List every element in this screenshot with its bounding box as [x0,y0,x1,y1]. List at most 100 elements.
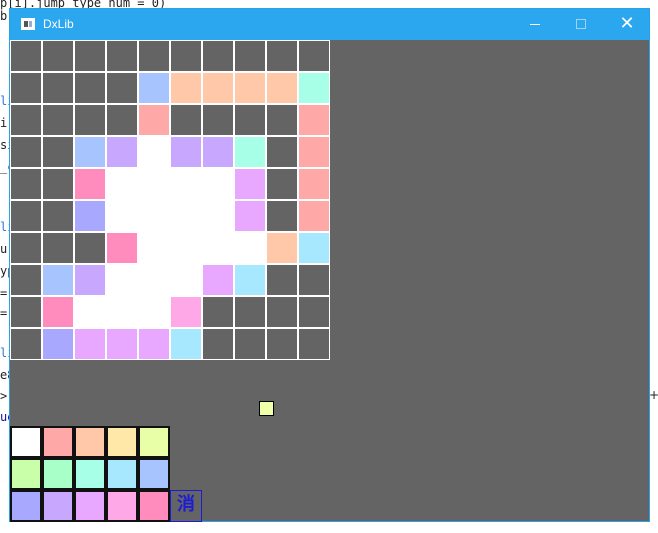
empty-grid-cell[interactable] [42,104,74,136]
white-tile[interactable] [202,232,234,264]
white-tile[interactable] [170,200,202,232]
color-tile[interactable] [170,328,202,360]
palette-swatch[interactable] [10,458,42,490]
empty-grid-cell[interactable] [10,200,42,232]
empty-grid-cell[interactable] [202,40,234,72]
color-tile[interactable] [42,296,74,328]
palette-swatch[interactable] [10,426,42,458]
empty-grid-cell[interactable] [234,104,266,136]
color-tile[interactable] [202,72,234,104]
empty-grid-cell[interactable] [10,168,42,200]
color-tile[interactable] [298,232,330,264]
empty-grid-cell[interactable] [42,136,74,168]
white-tile[interactable] [106,200,138,232]
empty-grid-cell[interactable] [266,296,298,328]
empty-grid-cell[interactable] [266,264,298,296]
empty-grid-cell[interactable] [138,40,170,72]
empty-grid-cell[interactable] [10,264,42,296]
empty-grid-cell[interactable] [10,296,42,328]
empty-grid-cell[interactable] [298,264,330,296]
white-tile[interactable] [138,136,170,168]
maximize-button[interactable] [558,9,604,40]
empty-grid-cell[interactable] [10,136,42,168]
color-tile[interactable] [106,136,138,168]
empty-grid-cell[interactable] [298,328,330,360]
close-button[interactable]: ✕ [604,9,650,40]
white-tile[interactable] [170,232,202,264]
color-tile[interactable] [298,168,330,200]
empty-grid-cell[interactable] [42,168,74,200]
color-tile[interactable] [234,264,266,296]
palette-swatch[interactable] [42,426,74,458]
color-tile[interactable] [202,264,234,296]
color-tile[interactable] [74,136,106,168]
white-tile[interactable] [138,200,170,232]
color-tile[interactable] [74,168,106,200]
empty-grid-cell[interactable] [202,104,234,136]
palette-swatch[interactable] [138,490,170,522]
empty-grid-cell[interactable] [106,72,138,104]
color-tile[interactable] [170,72,202,104]
empty-grid-cell[interactable] [266,328,298,360]
color-tile[interactable] [266,232,298,264]
empty-grid-cell[interactable] [42,40,74,72]
empty-grid-cell[interactable] [202,296,234,328]
empty-grid-cell[interactable] [266,104,298,136]
color-tile[interactable] [170,296,202,328]
eraser-button[interactable]: 消 [170,490,202,522]
white-tile[interactable] [138,264,170,296]
empty-grid-cell[interactable] [106,104,138,136]
palette-swatch[interactable] [138,458,170,490]
empty-grid-cell[interactable] [106,40,138,72]
color-tile[interactable] [234,72,266,104]
palette-swatch[interactable] [74,426,106,458]
color-tile[interactable] [138,328,170,360]
minimize-button[interactable] [512,9,558,40]
color-tile[interactable] [298,104,330,136]
color-tile[interactable] [298,200,330,232]
color-tile[interactable] [234,200,266,232]
empty-grid-cell[interactable] [234,296,266,328]
empty-grid-cell[interactable] [74,40,106,72]
palette-swatch[interactable] [74,458,106,490]
color-tile[interactable] [298,72,330,104]
empty-grid-cell[interactable] [10,72,42,104]
palette-swatch[interactable] [106,426,138,458]
empty-grid-cell[interactable] [10,328,42,360]
color-tile[interactable] [106,328,138,360]
white-tile[interactable] [170,264,202,296]
color-tile[interactable] [266,72,298,104]
empty-grid-cell[interactable] [42,200,74,232]
empty-grid-cell[interactable] [74,232,106,264]
color-tile[interactable] [202,136,234,168]
empty-grid-cell[interactable] [266,168,298,200]
empty-grid-cell[interactable] [266,200,298,232]
color-tile[interactable] [42,264,74,296]
white-tile[interactable] [170,168,202,200]
empty-grid-cell[interactable] [74,104,106,136]
palette-swatch[interactable] [138,426,170,458]
white-tile[interactable] [202,200,234,232]
color-tile[interactable] [138,104,170,136]
empty-grid-cell[interactable] [10,232,42,264]
color-tile[interactable] [234,168,266,200]
palette-swatch[interactable] [74,490,106,522]
white-tile[interactable] [106,264,138,296]
color-tile[interactable] [170,136,202,168]
empty-grid-cell[interactable] [170,40,202,72]
color-tile[interactable] [298,136,330,168]
empty-grid-cell[interactable] [74,72,106,104]
white-tile[interactable] [106,168,138,200]
empty-grid-cell[interactable] [234,328,266,360]
empty-grid-cell[interactable] [266,136,298,168]
empty-grid-cell[interactable] [42,72,74,104]
palette-swatch[interactable] [106,458,138,490]
color-tile[interactable] [234,136,266,168]
palette-swatch[interactable] [106,490,138,522]
white-tile[interactable] [234,232,266,264]
empty-grid-cell[interactable] [298,296,330,328]
color-tile[interactable] [106,232,138,264]
empty-grid-cell[interactable] [266,40,298,72]
white-tile[interactable] [202,168,234,200]
empty-grid-cell[interactable] [10,104,42,136]
